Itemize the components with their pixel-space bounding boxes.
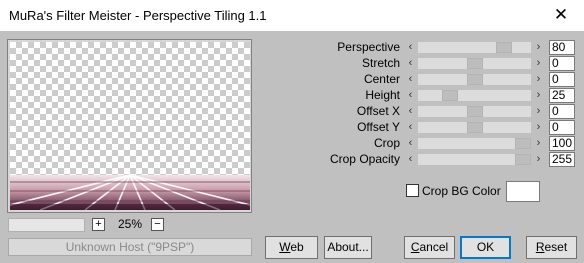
slider-thumb[interactable] (442, 90, 458, 101)
chevron-left-icon[interactable]: ‹ (404, 105, 417, 118)
crop-bg-color-label: Crop BG Color (422, 184, 501, 198)
zoom-out-button[interactable]: − (151, 218, 164, 231)
param-label-center: Center (363, 72, 400, 86)
chevron-right-icon[interactable]: › (532, 153, 545, 166)
chevron-right-icon[interactable]: › (532, 41, 545, 54)
chevron-left-icon[interactable]: ‹ (404, 89, 417, 102)
web-button[interactable]: Web (265, 236, 318, 259)
chevron-left-icon[interactable]: ‹ (404, 57, 417, 70)
slider-height[interactable]: ‹ › (404, 89, 545, 102)
window-title: MuRa's Filter Meister - Perspective Tili… (9, 8, 267, 23)
slider-track[interactable] (418, 138, 531, 149)
value-field-stretch[interactable]: 0 (549, 56, 575, 71)
slider-thumb[interactable] (467, 122, 483, 133)
slider-track[interactable] (418, 58, 531, 69)
slider-crop[interactable]: ‹ › (404, 137, 545, 150)
slider-offset-x[interactable]: ‹ › (404, 105, 545, 118)
param-label-stretch: Stretch (361, 56, 400, 70)
preview-canvas[interactable] (10, 42, 250, 210)
chevron-left-icon[interactable]: ‹ (404, 121, 417, 134)
value-field-offset-y[interactable]: 0 (549, 120, 575, 135)
chevron-right-icon[interactable]: › (532, 73, 545, 86)
param-label-offset-x: Offset X (356, 104, 400, 118)
chevron-left-icon[interactable]: ‹ (404, 73, 417, 86)
value-field-center[interactable]: 0 (549, 72, 575, 87)
title-bar: MuRa's Filter Meister - Perspective Tili… (0, 0, 584, 31)
chevron-right-icon[interactable]: › (532, 105, 545, 118)
slider-stretch[interactable]: ‹ › (404, 57, 545, 70)
value-field-crop[interactable]: 100 (549, 136, 575, 151)
zoom-level: 25% (117, 217, 143, 231)
slider-track[interactable] (418, 74, 531, 85)
param-label-crop: Crop (373, 136, 400, 150)
slider-thumb[interactable] (515, 138, 531, 149)
slider-track[interactable] (418, 106, 531, 117)
slider-offset-y[interactable]: ‹ › (404, 121, 545, 134)
value-field-perspective[interactable]: 80 (549, 40, 575, 55)
host-status-bar: Unknown Host ("9PSP") (8, 238, 252, 256)
slider-center[interactable]: ‹ › (404, 73, 545, 86)
crop-bg-color-checkbox[interactable] (406, 184, 419, 197)
about-button[interactable]: About... (324, 236, 372, 259)
chevron-left-icon[interactable]: ‹ (404, 137, 417, 150)
slider-thumb[interactable] (496, 42, 512, 53)
slider-thumb[interactable] (467, 106, 483, 117)
slider-track[interactable] (418, 122, 531, 133)
param-label-height: Height (365, 88, 400, 102)
chevron-left-icon[interactable]: ‹ (404, 153, 417, 166)
slider-thumb[interactable] (467, 58, 483, 69)
chevron-right-icon[interactable]: › (532, 57, 545, 70)
slider-thumb[interactable] (515, 154, 531, 165)
ok-button[interactable]: OK (460, 236, 511, 259)
slider-track[interactable] (418, 154, 531, 165)
param-label-crop-opacity: Crop Opacity (329, 152, 400, 166)
param-label-perspective: Perspective (337, 40, 400, 54)
zoom-slider-track[interactable] (8, 218, 85, 232)
slider-thumb[interactable] (467, 74, 483, 85)
reset-button[interactable]: Reset (526, 236, 577, 259)
chevron-right-icon[interactable]: › (532, 89, 545, 102)
cancel-button[interactable]: Cancel (404, 236, 455, 259)
zoom-in-button[interactable]: + (92, 218, 105, 231)
slider-track[interactable] (418, 42, 531, 53)
slider-perspective[interactable]: ‹ › (404, 41, 545, 54)
chevron-right-icon[interactable]: › (532, 121, 545, 134)
chevron-right-icon[interactable]: › (532, 137, 545, 150)
param-label-offset-y: Offset Y (357, 120, 400, 134)
tiling-preview-image (10, 174, 250, 210)
chevron-left-icon[interactable]: ‹ (404, 41, 417, 54)
close-icon[interactable]: ✕ (538, 0, 584, 31)
slider-crop-opacity[interactable]: ‹ › (404, 153, 545, 166)
slider-track[interactable] (418, 90, 531, 101)
value-field-crop-opacity[interactable]: 255 (549, 152, 575, 167)
crop-bg-color-swatch[interactable] (506, 181, 540, 202)
value-field-height[interactable]: 25 (549, 88, 575, 103)
value-field-offset-x[interactable]: 0 (549, 104, 575, 119)
